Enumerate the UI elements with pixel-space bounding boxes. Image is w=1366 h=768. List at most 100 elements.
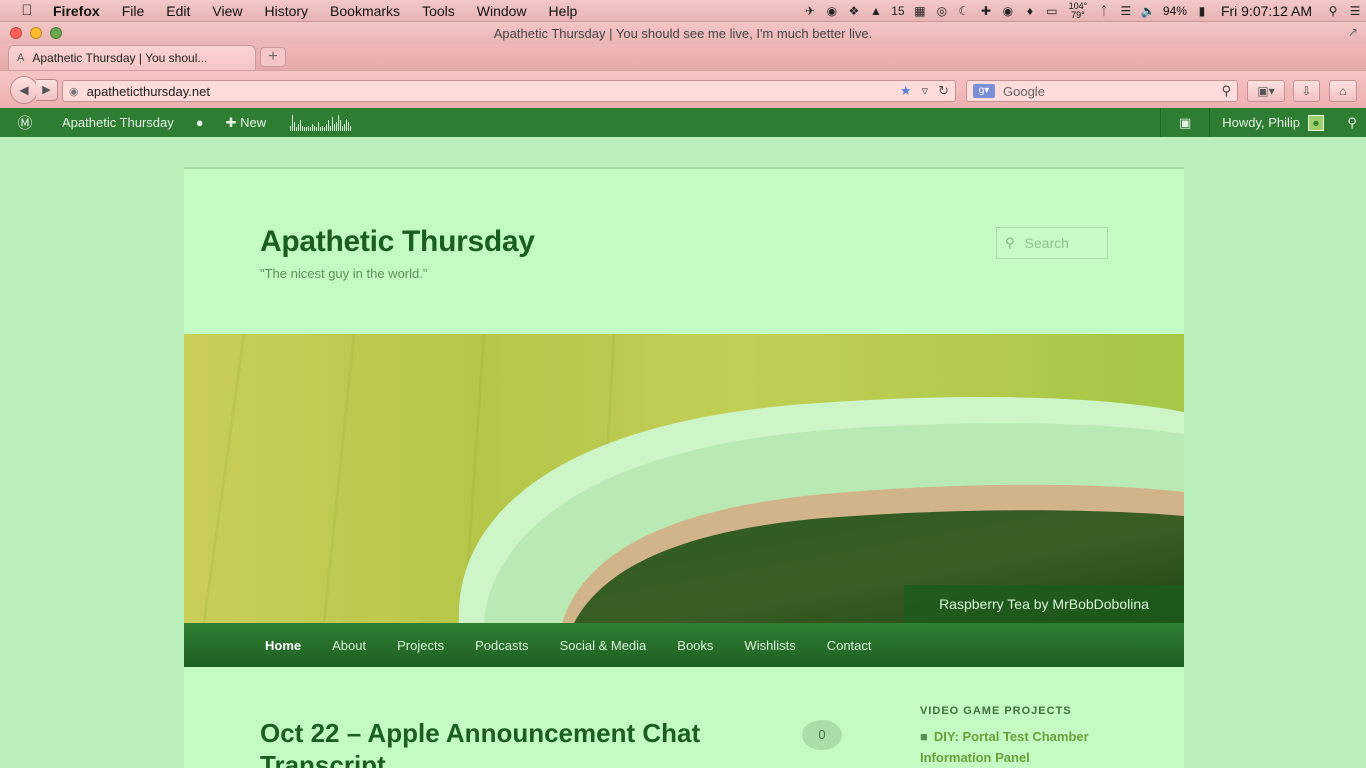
search-engine-icon[interactable]: g▾ bbox=[973, 84, 995, 98]
widget-link[interactable]: DIY: Portal Test Chamber Information Pan… bbox=[920, 729, 1089, 765]
menu-edit[interactable]: Edit bbox=[155, 3, 201, 19]
evernote-icon[interactable]: ♦ bbox=[1019, 4, 1041, 18]
dropbox-icon[interactable]: ❖ bbox=[843, 4, 865, 18]
airplay-icon[interactable]: ▭ bbox=[1041, 4, 1063, 18]
site-description: "The nicest guy in the world." bbox=[260, 266, 428, 281]
battery-percent[interactable]: 94% bbox=[1159, 4, 1191, 18]
forward-button[interactable]: ▶ bbox=[36, 79, 58, 101]
home-button[interactable]: ⌂ bbox=[1329, 80, 1357, 102]
zoom-window-button[interactable] bbox=[50, 27, 62, 39]
bookmark-star-icon[interactable]: ★ bbox=[900, 83, 912, 99]
avatar[interactable]: ☻ bbox=[1308, 114, 1324, 131]
sparkline-bar bbox=[292, 114, 294, 131]
menu-help[interactable]: Help bbox=[538, 3, 589, 19]
nav-wishlists[interactable]: Wishlists bbox=[744, 638, 795, 653]
sparkline-bar bbox=[318, 121, 320, 131]
drive-icon[interactable]: ▲ bbox=[865, 4, 887, 18]
sparkline-bar bbox=[332, 116, 334, 131]
menu-history[interactable]: History bbox=[253, 3, 319, 19]
site-title[interactable]: Apathetic Thursday bbox=[260, 225, 535, 259]
apple-menu-icon[interactable]:  bbox=[12, 2, 42, 19]
nav-projects[interactable]: Projects bbox=[397, 638, 444, 653]
site-search-input[interactable]: ⚲ Search bbox=[996, 227, 1108, 259]
admin-new-label: New bbox=[240, 114, 267, 130]
sparkline-bar bbox=[340, 119, 342, 131]
tea-cup-illustration bbox=[184, 334, 1184, 623]
notifications-icon[interactable]: ▣ bbox=[1160, 108, 1211, 137]
sparkline-bar bbox=[342, 125, 344, 131]
battery-icon[interactable]: ▮ bbox=[1191, 4, 1213, 18]
nav-podcasts[interactable]: Podcasts bbox=[475, 638, 528, 653]
search-bar[interactable]: g▾ Google ⚲ bbox=[966, 80, 1238, 102]
admin-new-button[interactable]: ✚ New bbox=[214, 115, 279, 131]
admin-search-icon[interactable]: ⚲ bbox=[1338, 115, 1366, 131]
sparkline-bar bbox=[330, 125, 332, 131]
wifi-icon[interactable]: ☰ bbox=[1115, 4, 1137, 18]
comments-icon[interactable]: ● bbox=[186, 115, 214, 130]
sparkline-bar bbox=[344, 123, 346, 131]
menu-bookmarks[interactable]: Bookmarks bbox=[319, 3, 411, 19]
menu-view[interactable]: View bbox=[201, 3, 253, 19]
lifebuoy-icon[interactable]: ◉ bbox=[997, 4, 1019, 18]
calendar-icon[interactable]: 15 bbox=[887, 4, 909, 18]
stats-sparkline[interactable] bbox=[290, 114, 352, 131]
comment-count-bubble[interactable]: 0 bbox=[802, 720, 842, 750]
airplane-icon[interactable]: ✈ bbox=[799, 4, 821, 18]
close-window-button[interactable] bbox=[10, 27, 22, 39]
admin-howdy[interactable]: Howdy, Philip bbox=[1210, 115, 1308, 130]
menu-app-firefox[interactable]: Firefox bbox=[42, 3, 111, 19]
moon-icon[interactable]: ☾ bbox=[953, 4, 975, 18]
admin-site-name[interactable]: Apathetic Thursday bbox=[50, 115, 186, 130]
nav-about[interactable]: About bbox=[332, 638, 366, 653]
history-dropdown-icon[interactable]: ▿ bbox=[922, 83, 929, 99]
sparkline-bar bbox=[310, 126, 312, 131]
menu-tools[interactable]: Tools bbox=[411, 3, 466, 19]
sparkline-bar bbox=[314, 125, 316, 131]
minimize-window-button[interactable] bbox=[30, 27, 42, 39]
menu-clock[interactable]: Fri 9:07:12 AM bbox=[1213, 3, 1322, 19]
admin-bar-right: ▣ Howdy, Philip ☻ ⚲ bbox=[1160, 108, 1366, 137]
search-magnifier-icon[interactable]: ⚲ bbox=[1221, 83, 1231, 99]
list-item[interactable]: ■ DIY: Portal Test Chamber Information Pa… bbox=[920, 726, 1110, 768]
nav-books[interactable]: Books bbox=[677, 638, 713, 653]
new-tab-button[interactable]: + bbox=[260, 47, 286, 67]
post-title[interactable]: Oct 22 – Apple Announcement Chat Transcr… bbox=[260, 717, 780, 768]
grid-icon[interactable]: ▦ bbox=[909, 4, 931, 18]
downloads-button[interactable]: ⇩ bbox=[1293, 80, 1320, 102]
sparkline-bar bbox=[346, 118, 348, 131]
wp-admin-bar: Ⓜ Apathetic Thursday ● ✚ New ▣ Howdy, Ph… bbox=[0, 108, 1366, 137]
widget-title: VIDEO GAME PROJECTS bbox=[920, 705, 1072, 717]
window-title-bar: Apathetic Thursday | You should see me l… bbox=[0, 22, 1366, 44]
weather-temps[interactable]: 104° 79° bbox=[1063, 1, 1093, 20]
site-favicon-icon: Ạ bbox=[17, 52, 25, 64]
bullet-icon: ■ bbox=[920, 729, 928, 744]
tab-label: Apathetic Thursday | You shoul... bbox=[32, 51, 208, 65]
nav-contact[interactable]: Contact bbox=[827, 638, 872, 653]
sparkline-bar bbox=[290, 125, 292, 131]
header-image[interactable]: Raspberry Tea by MrBobDobolina bbox=[184, 334, 1184, 623]
sparkline-bar bbox=[298, 123, 300, 131]
volume-icon[interactable]: 🔈 bbox=[1137, 4, 1159, 18]
fullscreen-icon[interactable]: ↗ bbox=[1348, 25, 1358, 39]
bluetooth-icon[interactable]: ᛏ bbox=[1093, 4, 1115, 18]
sparkline-bar bbox=[312, 123, 314, 131]
plus-cross-icon[interactable]: ✚ bbox=[975, 4, 997, 18]
reload-icon[interactable]: ↻ bbox=[938, 83, 949, 99]
menu-file[interactable]: File bbox=[111, 3, 156, 19]
notification-center-icon[interactable]: ☰ bbox=[1344, 4, 1366, 18]
nav-social-media[interactable]: Social & Media bbox=[560, 638, 647, 653]
spotlight-icon[interactable]: ⚲ bbox=[1322, 4, 1344, 18]
menu-window[interactable]: Window bbox=[466, 3, 538, 19]
sparkline-bar bbox=[294, 121, 296, 131]
bookmarks-menu-button[interactable]: ▣▾ bbox=[1247, 80, 1285, 102]
url-bar[interactable]: ◉ apatheticthursday.net ★ ▿ ↻ bbox=[62, 80, 956, 102]
nav-home[interactable]: Home bbox=[265, 638, 301, 653]
tweetdeck-icon[interactable]: ◉ bbox=[821, 4, 843, 18]
wordpress-logo-icon[interactable]: Ⓜ bbox=[0, 112, 50, 133]
sparkline-bar bbox=[326, 123, 328, 131]
sparkline-bar bbox=[322, 125, 324, 131]
back-button[interactable]: ◀ bbox=[10, 76, 38, 104]
tab-apathetic-thursday[interactable]: Ạ Apathetic Thursday | You shoul... bbox=[8, 45, 256, 70]
target-icon[interactable]: ◎ bbox=[931, 4, 953, 18]
main-navigation: Home About Projects Podcasts Social & Me… bbox=[184, 623, 1184, 667]
